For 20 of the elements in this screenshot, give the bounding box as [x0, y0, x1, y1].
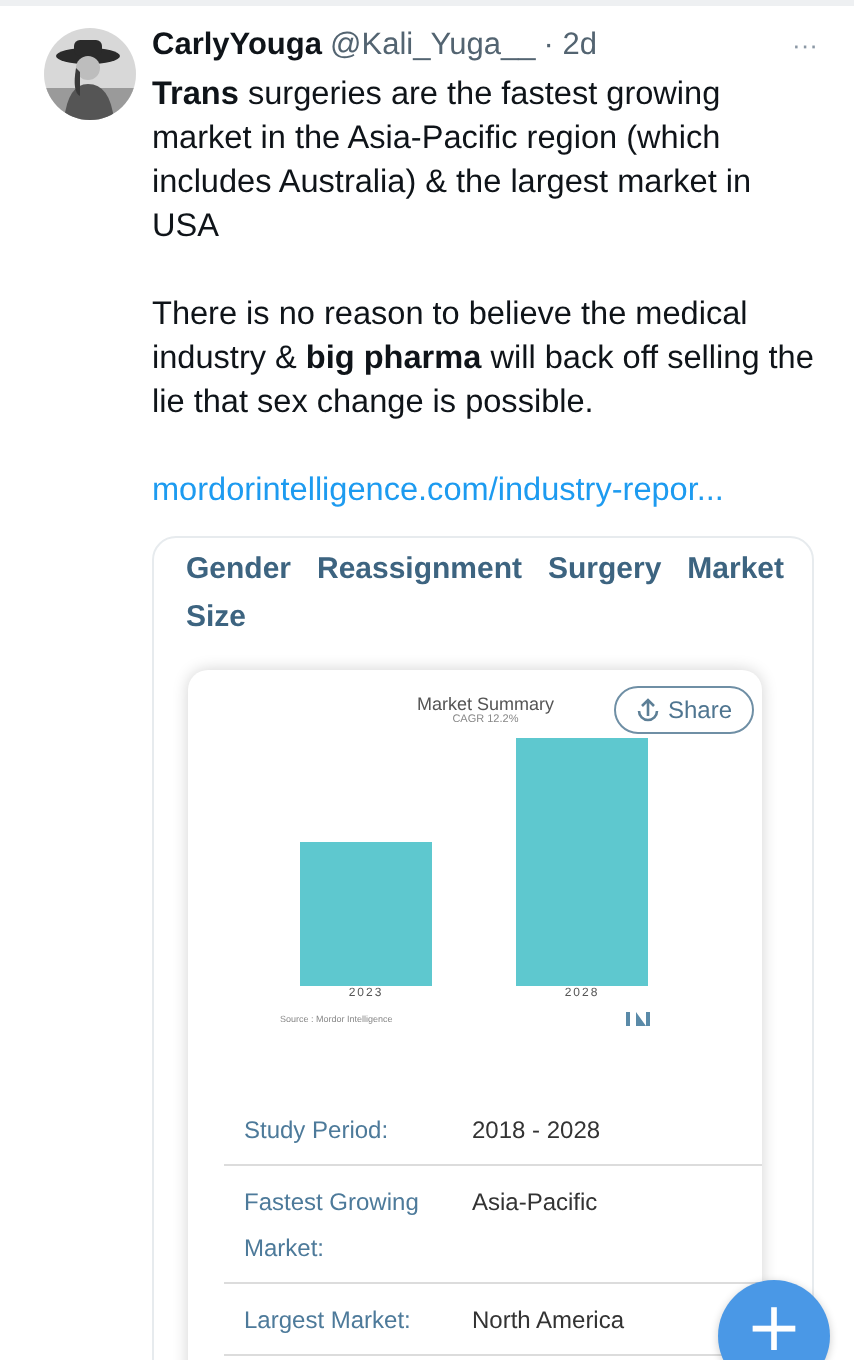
card-title: Gender Reassignment Surgery Market Size — [184, 550, 786, 638]
post-time: · 2d — [543, 28, 598, 64]
row-label: Largest Market: — [242, 1304, 413, 1338]
row-value: Asia-Pacific — [472, 1186, 598, 1220]
row-label: Fastest Growing Market: — [242, 1186, 421, 1266]
bar — [300, 842, 432, 986]
share-icon — [635, 697, 660, 723]
more-menu[interactable]: ··· — [792, 30, 818, 60]
link[interactable]: mordorintelligence.com/industry-repor... — [152, 472, 724, 508]
share-button[interactable]: Share — [613, 686, 754, 734]
row-label: Study Period: — [242, 1114, 391, 1148]
display-name[interactable]: CarlyYouga — [152, 28, 322, 64]
tweet-text: Trans surgeries are the fastest growing market in the Asia-Pacific region (which includes Australia) & the largest market in USA — [152, 74, 754, 248]
link-card[interactable] — [152, 536, 814, 1360]
user-handle[interactable]: @Kali_Yuga__ — [330, 28, 536, 64]
chart-title: Market Summary — [416, 694, 554, 714]
compose-button[interactable]: + — [718, 1280, 830, 1360]
tweet-text: There is no reason to believe the medical industry & big pharma will back off selling the lie that sex change is possible. — [152, 294, 814, 424]
row-value: 2018 - 2028 — [472, 1114, 601, 1148]
row-value: North America — [472, 1304, 625, 1338]
